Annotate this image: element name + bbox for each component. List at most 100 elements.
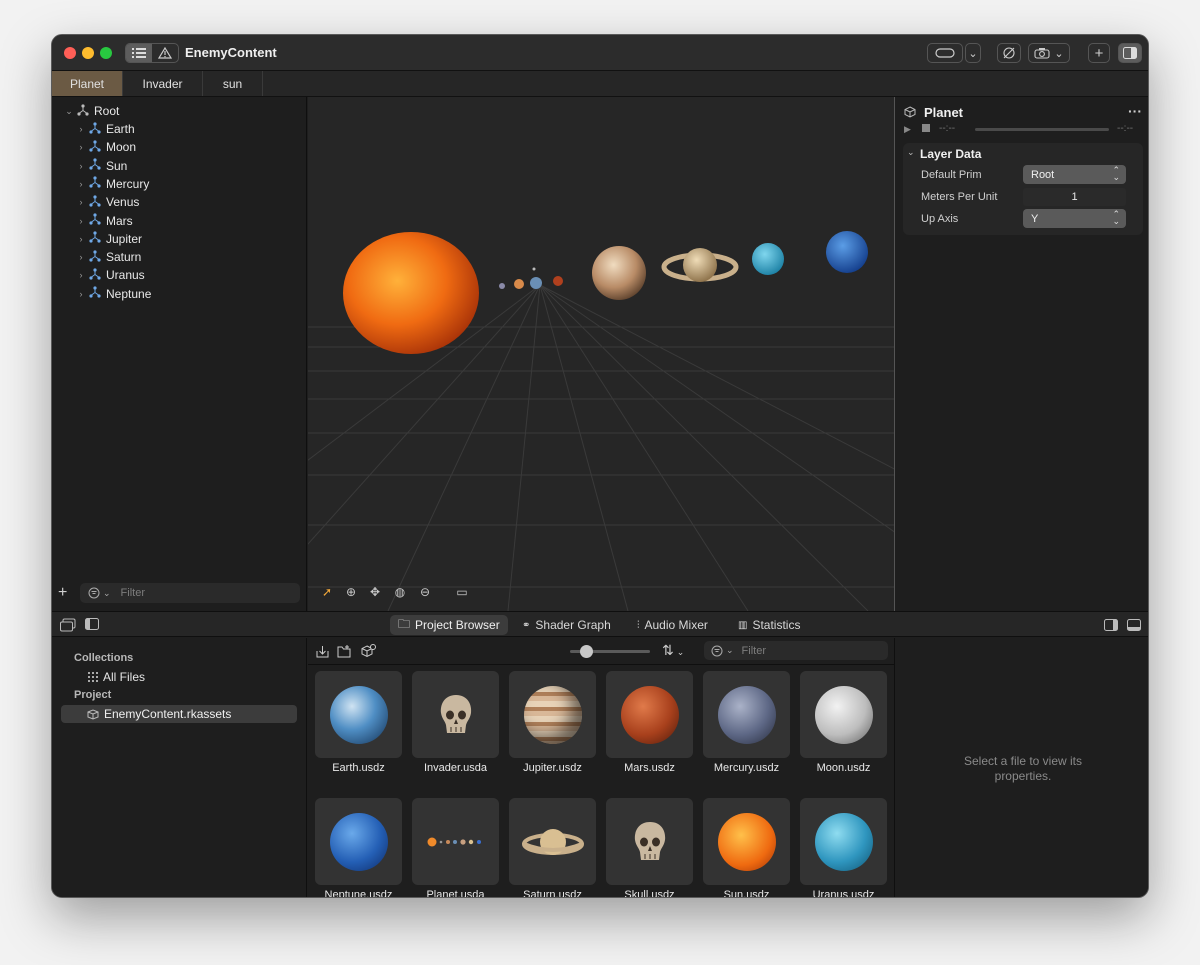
- camera-menu-button[interactable]: ⌄: [1028, 43, 1070, 63]
- project-item-rkassets[interactable]: EnemyContent.rkassets: [61, 705, 297, 723]
- preview-dropdown-button[interactable]: ⌄: [965, 43, 981, 63]
- asset-tile[interactable]: Uranus.usdz: [800, 798, 887, 897]
- all-files-item[interactable]: All Files: [88, 668, 288, 686]
- asset-tile[interactable]: Invader.usda: [412, 671, 499, 774]
- neptune-model[interactable]: [826, 231, 868, 273]
- tree-item-uranus[interactable]: › Uranus: [76, 266, 145, 284]
- tree-item-venus[interactable]: › Venus: [76, 193, 139, 211]
- warning-triangle-icon[interactable]: [152, 44, 178, 62]
- add-asset-icon[interactable]: [361, 644, 376, 658]
- browser-filter-input[interactable]: ⌄ Filter: [704, 641, 888, 660]
- asset-tile[interactable]: Mars.usdz: [606, 671, 693, 774]
- default-prim-popup[interactable]: Root ⌃ ⌄: [1023, 165, 1126, 184]
- sun-model[interactable]: [343, 232, 479, 354]
- navigator-mode-segmented: [125, 43, 179, 63]
- physics-tool-button[interactable]: [997, 43, 1021, 63]
- timeline-scrubber[interactable]: [975, 128, 1109, 131]
- chevron-right-icon[interactable]: ›: [76, 289, 86, 299]
- scene-viewport[interactable]: ➚ ⊕ ✥ ◍ ⊖ ▭: [308, 97, 894, 611]
- collections-toggle-icon[interactable]: [60, 618, 76, 632]
- camera-view-icon[interactable]: ▭: [454, 585, 470, 599]
- mars-model[interactable]: [553, 276, 563, 286]
- chevron-right-icon[interactable]: ›: [76, 124, 86, 134]
- asset-tile[interactable]: Mercury.usdz: [703, 671, 790, 774]
- chevron-right-icon[interactable]: ›: [76, 216, 86, 226]
- tab-project-browser[interactable]: 🗀 Project Browser: [390, 615, 508, 635]
- close-window-button[interactable]: [64, 47, 76, 59]
- vision-pro-preview-button[interactable]: [927, 43, 963, 63]
- import-icon[interactable]: [316, 645, 329, 658]
- tree-item-sun[interactable]: › Sun: [76, 157, 127, 175]
- tree-item-mars[interactable]: › Mars: [76, 212, 133, 230]
- play-icon[interactable]: ▶: [904, 124, 911, 135]
- slider-knob[interactable]: [580, 645, 593, 658]
- chevron-right-icon[interactable]: ›: [76, 179, 86, 189]
- new-folder-icon[interactable]: [337, 645, 352, 658]
- asset-tile[interactable]: Planet.usda: [412, 798, 499, 897]
- tree-item-label: Earth: [106, 122, 135, 136]
- sidebar-right-icon: [1123, 47, 1137, 59]
- saturn-model[interactable]: [661, 248, 739, 282]
- add-button[interactable]: +: [1088, 43, 1110, 63]
- tree-item-root[interactable]: ⌄ Root: [64, 102, 119, 120]
- moon-model[interactable]: [532, 267, 536, 271]
- sidebar-left-icon[interactable]: [85, 618, 99, 630]
- more-options-button[interactable]: ···: [1128, 103, 1142, 119]
- venus-model[interactable]: [514, 279, 524, 289]
- asset-tile[interactable]: Skull.usdz: [606, 798, 693, 897]
- zoom-window-button[interactable]: [100, 47, 112, 59]
- select-tool-icon[interactable]: ➚: [320, 585, 334, 599]
- up-axis-popup[interactable]: Y ⌃ ⌄: [1023, 209, 1126, 228]
- zoom-tool-icon[interactable]: ⊖: [418, 585, 432, 599]
- tree-item-neptune[interactable]: › Neptune: [76, 285, 151, 303]
- add-entity-button[interactable]: +: [58, 584, 74, 602]
- tree-item-jupiter[interactable]: › Jupiter: [76, 230, 142, 248]
- tree-item-saturn[interactable]: › Saturn: [76, 248, 141, 266]
- meters-per-unit-field[interactable]: 1: [1023, 188, 1126, 206]
- entity-node-icon: [86, 285, 106, 302]
- chevron-right-icon[interactable]: ›: [76, 252, 86, 262]
- chevron-right-icon[interactable]: ›: [76, 234, 86, 244]
- panel-bottom-icon[interactable]: [1127, 619, 1141, 631]
- hierarchy-list-icon[interactable]: [126, 44, 152, 62]
- tab-invader[interactable]: Invader: [123, 71, 203, 96]
- asset-tile[interactable]: Jupiter.usdz: [509, 671, 596, 774]
- thumbnail-size-slider[interactable]: [570, 645, 650, 658]
- orbit-tool-icon[interactable]: ◍: [393, 585, 407, 599]
- translate-tool-icon[interactable]: ✥: [368, 585, 382, 599]
- tab-label: Invader: [142, 76, 183, 91]
- entity-node-icon: [86, 175, 106, 192]
- asset-tile[interactable]: Earth.usdz: [315, 671, 402, 774]
- hierarchy-filter-input[interactable]: ⌄ Filter: [80, 583, 300, 603]
- meters-per-unit-label: Meters Per Unit: [921, 191, 998, 203]
- tab-shader-graph[interactable]: ⚭ Shader Graph: [514, 615, 619, 635]
- sidebar-right-icon[interactable]: [1104, 619, 1118, 631]
- tree-item-earth[interactable]: › Earth: [76, 120, 135, 138]
- chevron-right-icon[interactable]: ›: [76, 142, 86, 152]
- entity-node-icon: [86, 121, 106, 138]
- chevron-right-icon[interactable]: ›: [76, 161, 86, 171]
- asset-tile[interactable]: Saturn.usdz: [509, 798, 596, 897]
- tree-item-moon[interactable]: › Moon: [76, 138, 136, 156]
- asset-tile[interactable]: Sun.usdz: [703, 798, 790, 897]
- mercury-model[interactable]: [499, 283, 505, 289]
- jupiter-model[interactable]: [592, 246, 646, 300]
- chevron-right-icon[interactable]: ›: [76, 197, 86, 207]
- minimize-window-button[interactable]: [82, 47, 94, 59]
- tree-item-mercury[interactable]: › Mercury: [76, 175, 149, 193]
- move-camera-icon[interactable]: ⊕: [344, 585, 358, 599]
- stop-icon[interactable]: [922, 124, 930, 132]
- chevron-right-icon[interactable]: ›: [76, 270, 86, 280]
- tab-statistics[interactable]: ▥ Statistics: [730, 615, 808, 635]
- tab-planet[interactable]: Planet: [52, 71, 123, 96]
- chevron-down-icon[interactable]: ⌄: [64, 106, 74, 117]
- chevron-down-icon[interactable]: ⌄: [907, 147, 915, 158]
- tab-sun[interactable]: sun: [203, 71, 263, 96]
- asset-tile[interactable]: Moon.usdz: [800, 671, 887, 774]
- uranus-model[interactable]: [752, 243, 784, 275]
- sort-button[interactable]: ⇅ ⌄: [662, 642, 684, 659]
- tab-audio-mixer[interactable]: ⫶ Audio Mixer: [629, 615, 716, 635]
- asset-tile[interactable]: Neptune.usdz: [315, 798, 402, 897]
- toggle-inspector-button[interactable]: [1118, 43, 1142, 63]
- earth-model[interactable]: [530, 277, 542, 289]
